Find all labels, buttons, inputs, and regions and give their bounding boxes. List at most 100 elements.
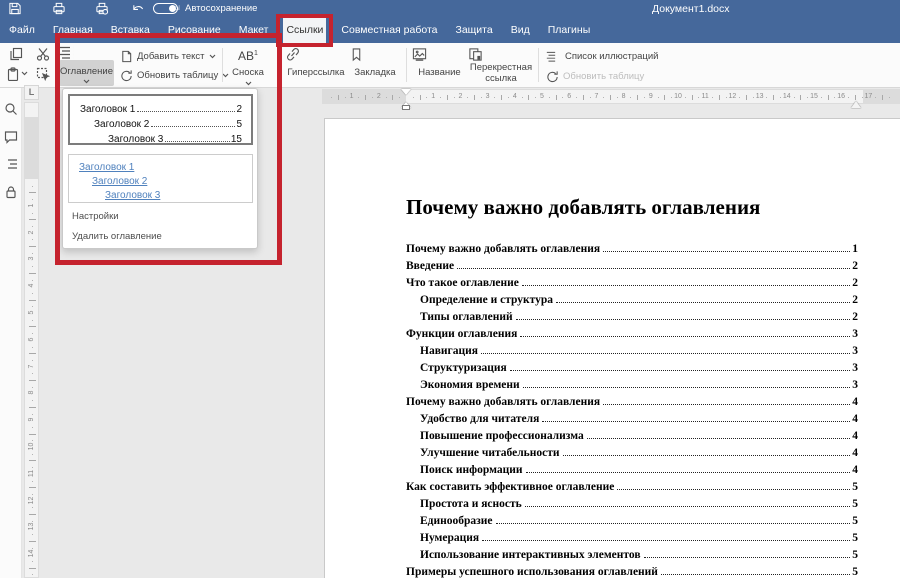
toc-entry[interactable]: Функции оглавления3 <box>406 323 858 340</box>
dot-leader <box>526 472 851 473</box>
figures-list-button[interactable]: Список иллюстраций <box>546 50 659 63</box>
right-indent-marker[interactable] <box>851 96 861 108</box>
vertical-ruler[interactable]: 1234567891011121314 <box>24 102 39 578</box>
toc-entry-page: 3 <box>852 328 858 340</box>
update-table-button[interactable]: Обновить таблицу <box>120 69 229 82</box>
toc-entry-page: 1 <box>852 243 858 255</box>
toc-entry[interactable]: Почему важно добавлять оглавления 4 <box>406 391 858 408</box>
toc-entry-page: 4 <box>852 396 858 408</box>
toc-style-option-links[interactable]: Заголовок 1Заголовок 2Заголовок 3 <box>68 154 253 203</box>
toc-icon <box>59 45 114 60</box>
left-indent-marker[interactable] <box>402 105 410 110</box>
copy-icon[interactable] <box>9 47 23 61</box>
toc-preview-link-row: Заголовок 2 <box>92 173 252 187</box>
comments-icon[interactable] <box>4 130 18 144</box>
cut-icon[interactable] <box>36 47 50 61</box>
toc-entry[interactable]: Навигация3 <box>406 340 858 357</box>
toc-icon <box>546 50 561 63</box>
toc-entry-page: 5 <box>852 481 858 493</box>
autosave-toggle[interactable] <box>153 3 178 14</box>
caption-button[interactable]: Название <box>412 47 467 80</box>
toc-entry[interactable]: Что такое оглавление2 <box>406 272 858 289</box>
toc-entry-title: Структуризация <box>420 362 507 374</box>
toc-entry-title: Удобство для читателя <box>420 413 539 425</box>
refresh-icon <box>120 69 133 82</box>
toc-entry[interactable]: Поиск информации4 <box>406 459 858 476</box>
add-text-button[interactable]: Добавить текст <box>120 50 216 63</box>
update-table-disabled-button: Обновить таблицу <box>546 70 644 83</box>
bookmark-icon <box>350 47 400 62</box>
save-icon[interactable] <box>8 2 22 15</box>
footnote-button[interactable]: AB1 Сноска <box>226 47 270 86</box>
select-icon[interactable] <box>36 67 50 81</box>
toc-entry[interactable]: Как составить эффективное оглавление5 <box>406 476 858 493</box>
toc-entry[interactable]: Удобство для читателя4 <box>406 408 858 425</box>
cross-reference-button[interactable]: Перекрестная ссылка <box>468 47 534 84</box>
toc-entry-title: Типы оглавлений <box>420 311 513 323</box>
toc-entry[interactable]: Структуризация3 <box>406 357 858 374</box>
undo-icon[interactable] <box>131 2 145 15</box>
toc-entry-page: 3 <box>852 345 858 357</box>
dot-leader <box>523 387 851 388</box>
refresh-icon <box>546 70 559 83</box>
search-icon[interactable] <box>4 102 18 116</box>
toc-button-pressed-area[interactable]: Оглавление <box>59 60 114 86</box>
toc-style-option-pages[interactable]: Заголовок 12Заголовок 25Заголовок 315 <box>68 94 253 145</box>
tab-совместная-работа[interactable]: Совместная работа <box>338 16 440 43</box>
toc-entry[interactable]: Введение 2 <box>406 255 858 272</box>
toc-entry-title: Улучшение читабельности <box>420 447 560 459</box>
toc-entry[interactable]: Использование интерактивных элементов5 <box>406 544 858 561</box>
tab-вид[interactable]: Вид <box>508 16 533 43</box>
horizontal-ruler[interactable]: 211234567891011121314151617 <box>322 89 900 104</box>
toc-entry[interactable]: Повышение профессионализма4 <box>406 425 858 442</box>
dot-leader <box>522 285 850 286</box>
title-bar: Автосохранение Документ1.docx <box>0 0 900 16</box>
tab-stop-selector[interactable]: L <box>24 85 39 100</box>
tab-ссылки[interactable]: Ссылки <box>283 16 326 43</box>
paste-chevron-icon[interactable] <box>21 71 35 85</box>
toc-entry-page: 5 <box>852 549 858 561</box>
toc-entry[interactable]: Почему важно добавлять оглавления1 <box>406 238 858 255</box>
paste-icon[interactable] <box>6 67 20 81</box>
dot-leader <box>481 353 850 354</box>
lock-icon[interactable] <box>4 185 18 199</box>
tab-рисование[interactable]: Рисование <box>165 16 224 43</box>
bookmark-label: Закладка <box>354 67 395 78</box>
toc-entry[interactable]: Нумерация5 <box>406 527 858 544</box>
toc-entry[interactable]: Примеры успешного использования оглавлен… <box>406 561 858 578</box>
tab-файл[interactable]: Файл <box>6 16 38 43</box>
bookmark-button[interactable]: Закладка <box>350 47 400 80</box>
toc-entry-title: Поиск информации <box>420 464 523 476</box>
navigation-icon[interactable] <box>4 157 18 171</box>
document-toc: Почему важно добавлять оглавления1Введен… <box>406 238 858 578</box>
left-sidebar <box>0 88 22 578</box>
add-text-icon <box>120 50 133 63</box>
toc-entry-title: Введение <box>406 260 454 272</box>
tab-защита[interactable]: Защита <box>452 16 495 43</box>
tab-макет[interactable]: Макет <box>236 16 272 43</box>
toc-preview-link-row: Заголовок 3 <box>105 187 252 201</box>
toc-remove-item[interactable]: Удалить оглавление <box>72 231 162 242</box>
toc-entry-title: Почему важно добавлять оглавления <box>406 396 600 408</box>
dot-leader <box>556 302 850 303</box>
toc-entry[interactable]: Определение и структура2 <box>406 289 858 306</box>
print-icon[interactable] <box>52 2 66 15</box>
pages-icon <box>468 47 534 62</box>
toc-entry[interactable]: Единообразие5 <box>406 510 858 527</box>
toc-entry-page: 4 <box>852 447 858 459</box>
table-of-contents-button[interactable]: Оглавление <box>59 45 114 86</box>
toc-entry[interactable]: Простота и ясность5 <box>406 493 858 510</box>
quick-print-icon[interactable] <box>95 2 109 15</box>
document-page[interactable]: Почему важно добавлять оглавления Почему… <box>324 118 900 578</box>
dot-leader <box>516 319 851 320</box>
dot-leader <box>510 370 851 371</box>
toc-entry[interactable]: Улучшение читабельности 4 <box>406 442 858 459</box>
toc-entry-page: 2 <box>852 260 858 272</box>
toc-entry[interactable]: Экономия времени3 <box>406 374 858 391</box>
hyperlink-button[interactable]: Гиперссылка <box>285 47 347 80</box>
toc-settings-item[interactable]: Настройки <box>72 211 119 222</box>
tab-вставка[interactable]: Вставка <box>108 16 153 43</box>
tab-плагины[interactable]: Плагины <box>545 16 594 43</box>
tab-главная[interactable]: Главная <box>50 16 96 43</box>
toc-entry[interactable]: Типы оглавлений2 <box>406 306 858 323</box>
